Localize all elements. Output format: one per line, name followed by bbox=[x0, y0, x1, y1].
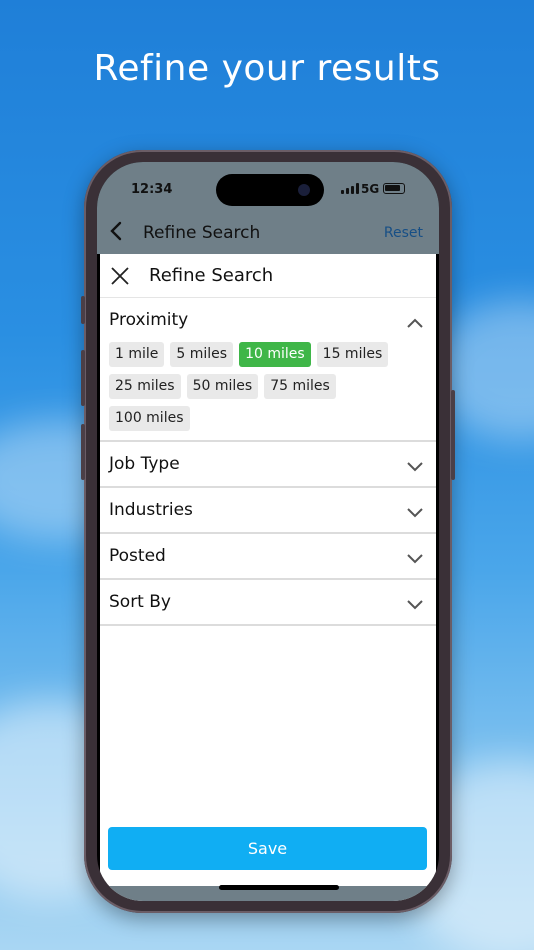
status-bar: 12:34 5G bbox=[97, 162, 439, 216]
network-label: 5G bbox=[361, 182, 380, 196]
signal-icon bbox=[341, 183, 359, 194]
section-header-proximity[interactable]: Proximity bbox=[100, 298, 436, 342]
promo-headline: Refine your results bbox=[93, 48, 441, 89]
section-title: Proximity bbox=[109, 310, 189, 330]
section-title: Posted bbox=[109, 546, 166, 566]
proximity-option-5-miles[interactable]: 5 miles bbox=[170, 342, 234, 367]
sheet-header: Refine Search bbox=[100, 254, 436, 298]
status-time: 12:34 bbox=[131, 182, 173, 197]
nav-bar: Refine Search Reset bbox=[97, 216, 439, 254]
chevron-down-icon[interactable] bbox=[406, 504, 424, 518]
chevron-down-icon[interactable] bbox=[406, 596, 424, 610]
proximity-option-100-miles[interactable]: 100 miles bbox=[109, 406, 190, 431]
phone-frame: 12:34 5G Refine Search Reset Refine Sear… bbox=[81, 150, 455, 913]
reset-button[interactable]: Reset bbox=[384, 225, 423, 241]
proximity-option-75-miles[interactable]: 75 miles bbox=[264, 374, 336, 399]
proximity-option-25-miles[interactable]: 25 miles bbox=[109, 374, 181, 399]
nav-title: Refine Search bbox=[143, 223, 261, 243]
proximity-option-15-miles[interactable]: 15 miles bbox=[316, 342, 389, 367]
refine-sheet: Refine Search Proximity 1 mile 5 miles 1… bbox=[100, 254, 436, 901]
chevron-up-icon[interactable] bbox=[406, 314, 424, 328]
battery-icon bbox=[383, 183, 405, 194]
section-industries[interactable]: Industries bbox=[100, 488, 436, 534]
section-job-type[interactable]: Job Type bbox=[100, 442, 436, 488]
section-proximity: Proximity 1 mile 5 miles 10 miles 15 mil… bbox=[100, 298, 436, 442]
save-button[interactable]: Save bbox=[108, 827, 427, 870]
proximity-options: 1 mile 5 miles 10 miles 15 miles 25 mile… bbox=[100, 342, 410, 431]
close-icon[interactable] bbox=[110, 266, 130, 286]
chevron-down-icon[interactable] bbox=[406, 550, 424, 564]
section-title: Sort By bbox=[109, 592, 171, 612]
sheet-title: Refine Search bbox=[149, 265, 274, 286]
phone-screen: 12:34 5G Refine Search Reset Refine Sear… bbox=[97, 162, 439, 901]
proximity-option-1-mile[interactable]: 1 mile bbox=[109, 342, 165, 367]
proximity-option-50-miles[interactable]: 50 miles bbox=[186, 374, 259, 399]
section-title: Job Type bbox=[109, 454, 180, 474]
section-posted[interactable]: Posted bbox=[100, 534, 436, 580]
home-indicator[interactable] bbox=[219, 885, 339, 890]
section-sort-by[interactable]: Sort By bbox=[100, 580, 436, 626]
chevron-left-icon[interactable] bbox=[109, 220, 123, 248]
proximity-option-10-miles[interactable]: 10 miles bbox=[239, 342, 311, 367]
chevron-down-icon[interactable] bbox=[406, 458, 424, 472]
section-title: Industries bbox=[109, 500, 193, 520]
dynamic-island bbox=[216, 174, 324, 206]
